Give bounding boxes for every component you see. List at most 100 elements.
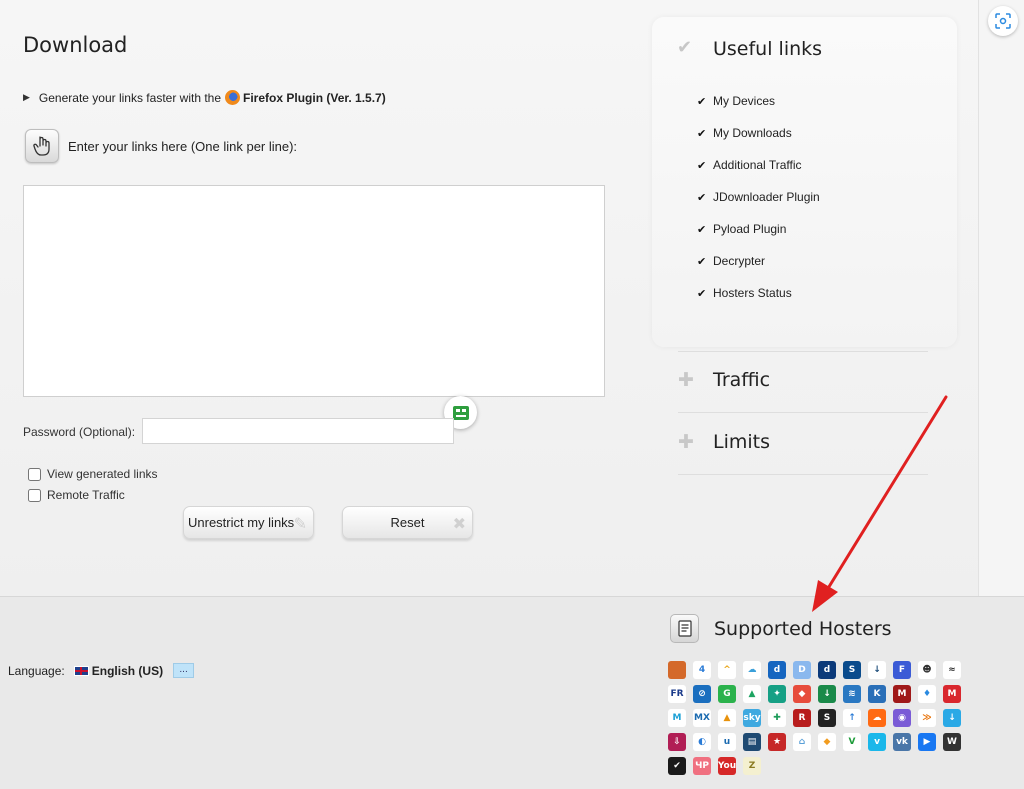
link-jdownloader-plugin[interactable]: ✔ JDownloader Plugin xyxy=(697,190,820,204)
hoster-v-icon[interactable]: V xyxy=(843,733,861,751)
hoster-4shared-icon[interactable]: 4 xyxy=(693,661,711,679)
accordion-traffic[interactable]: ✚ Traffic xyxy=(678,369,770,391)
plus-icon: ✚ xyxy=(678,431,694,453)
link-my-downloads[interactable]: ✔ My Downloads xyxy=(697,126,792,140)
enter-links-header: Enter your links here (One link per line… xyxy=(25,129,297,163)
view-generated-links-checkbox[interactable] xyxy=(28,467,41,481)
hoster-vk-icon[interactable]: vk xyxy=(893,733,911,751)
hoster-1fichier-icon[interactable] xyxy=(668,661,686,679)
link-label: My Downloads xyxy=(713,126,792,140)
language-more-button[interactable]: ... xyxy=(173,663,195,678)
link-label: Hosters Status xyxy=(713,286,792,300)
hoster-gdrive-icon[interactable]: ▲ xyxy=(743,685,761,703)
firefox-plugin-link[interactable]: Firefox Plugin (Ver. 1.5.7) xyxy=(243,91,386,105)
remote-traffic-option[interactable]: Remote Traffic xyxy=(28,488,125,502)
unrestrict-button-label: Unrestrict my links xyxy=(188,515,295,530)
check-icon: ✔ xyxy=(697,255,707,268)
pencil-icon: ✎ xyxy=(293,516,307,533)
hoster-mx-icon[interactable]: MX xyxy=(693,709,711,727)
hoster-download-icon[interactable]: ↓ xyxy=(868,661,886,679)
language-value[interactable]: English (US) xyxy=(92,664,163,678)
reset-button[interactable]: Reset ✖ xyxy=(342,506,473,539)
hoster-spy-icon[interactable]: ☻ xyxy=(918,661,936,679)
hoster-check-icon[interactable]: ✔ xyxy=(668,757,686,775)
link-label: JDownloader Plugin xyxy=(713,190,820,204)
hoster-mixdrop-icon[interactable]: M xyxy=(668,709,686,727)
hoster-gigapeta-icon[interactable]: ⊘ xyxy=(693,685,711,703)
hoster-filefactory-icon[interactable]: F xyxy=(893,661,911,679)
hoster-youtube-icon[interactable]: You xyxy=(718,757,736,775)
view-generated-links-label: View generated links xyxy=(47,467,158,481)
hoster-vimeo-icon[interactable]: v xyxy=(868,733,886,751)
hoster-google-icon[interactable]: G xyxy=(718,685,736,703)
check-icon: ✔ xyxy=(697,159,707,172)
check-icon: ✔ xyxy=(697,287,707,300)
link-hosters-status[interactable]: ✔ Hosters Status xyxy=(697,286,792,300)
remote-traffic-checkbox[interactable] xyxy=(28,488,41,502)
hoster-ddownload-icon[interactable]: d xyxy=(768,661,786,679)
hoster-drop-icon[interactable]: d xyxy=(818,661,836,679)
hoster-fileal-icon[interactable]: ≈ xyxy=(943,661,961,679)
hoster-zip-icon[interactable]: Z xyxy=(743,757,761,775)
hoster-oboom-icon[interactable]: sky xyxy=(743,709,761,727)
hoster-w-icon[interactable]: W xyxy=(943,733,961,751)
check-icon: ✔ xyxy=(697,95,707,108)
hoster-hotlink-icon[interactable]: ↓ xyxy=(818,685,836,703)
hoster-uptobox-icon[interactable]: ↓ xyxy=(943,709,961,727)
hoster-dropapk-icon[interactable]: D xyxy=(793,661,811,679)
link-decrypter[interactable]: ✔ Decrypter xyxy=(697,254,765,268)
remote-traffic-label: Remote Traffic xyxy=(47,488,125,502)
hoster-star-icon[interactable]: ★ xyxy=(768,733,786,751)
accordion-limits[interactable]: ✚ Limits xyxy=(678,431,770,453)
hoster-alfafile-icon[interactable]: ^ xyxy=(718,661,736,679)
links-textarea[interactable] xyxy=(23,185,605,397)
hoster-uploaded-icon[interactable]: ⇩ xyxy=(668,733,686,751)
hoster-hitfile-icon[interactable]: ◆ xyxy=(793,685,811,703)
hoster-fire-icon[interactable]: ♦ xyxy=(918,685,936,703)
unrestrict-button[interactable]: Unrestrict my links ✎ xyxy=(183,506,314,539)
hoster-usersdrive-icon[interactable]: u xyxy=(718,733,736,751)
hoster-yp-icon[interactable]: ЧР xyxy=(693,757,711,775)
link-label: Decrypter xyxy=(713,254,766,268)
plus-icon: ✚ xyxy=(678,369,694,391)
hoster-layers-icon[interactable]: ≫ xyxy=(918,709,936,727)
hoster-soundcloud-icon[interactable]: ☁ xyxy=(868,709,886,727)
enter-links-label: Enter your links here (One link per line… xyxy=(68,138,298,154)
hoster-isra-icon[interactable]: ≋ xyxy=(843,685,861,703)
hoster-diamond-icon[interactable]: ◆ xyxy=(818,733,836,751)
hoster-scribd-icon[interactable]: S xyxy=(818,709,836,727)
password-input[interactable] xyxy=(142,418,454,444)
hoster-dl-icon[interactable]: S xyxy=(843,661,861,679)
link-label: My Devices xyxy=(713,94,776,108)
right-strip xyxy=(978,0,1024,596)
link-additional-traffic[interactable]: ✔ Additional Traffic xyxy=(697,158,802,172)
hoster-mediafire-icon[interactable]: M xyxy=(893,685,911,703)
hoster-play-icon[interactable]: ▶ xyxy=(918,733,936,751)
screenshot-scan-button[interactable] xyxy=(988,6,1018,36)
hoster-fr-icon[interactable]: FR xyxy=(668,685,686,703)
link-pyload-plugin[interactable]: ✔ Pyload Plugin xyxy=(697,222,786,236)
check-icon: ✔ xyxy=(697,127,707,140)
divider xyxy=(678,474,928,475)
checkmark-icon: ✔ xyxy=(677,37,693,57)
link-my-devices[interactable]: ✔ My Devices xyxy=(697,94,775,108)
view-generated-links-option[interactable]: View generated links xyxy=(28,467,158,481)
hoster-cloud-icon[interactable]: ☁ xyxy=(743,661,761,679)
hoster-mega-icon[interactable]: M xyxy=(943,685,961,703)
hoster-vidoza-icon[interactable]: ▤ xyxy=(743,733,761,751)
hoster-home-icon[interactable]: ⌂ xyxy=(793,733,811,751)
password-label: Password (Optional): xyxy=(23,425,136,439)
hoster-uploadrar-icon[interactable]: ◐ xyxy=(693,733,711,751)
hoster-up-icon[interactable]: ↑ xyxy=(843,709,861,727)
close-icon: ✖ xyxy=(452,516,466,533)
accordion-traffic-label: Traffic xyxy=(713,369,771,391)
hoster-rapidgator-icon[interactable]: R xyxy=(793,709,811,727)
hoster-prefiles-icon[interactable]: ✚ xyxy=(768,709,786,727)
hoster-katfile-icon[interactable]: K xyxy=(868,685,886,703)
reset-button-label: Reset xyxy=(390,515,425,530)
hoster-turbo-icon[interactable]: ◉ xyxy=(893,709,911,727)
hoster-hexload-icon[interactable]: ✦ xyxy=(768,685,786,703)
plugin-text: Generate your links faster with the xyxy=(38,90,222,105)
hoster-nitro-icon[interactable]: ▲ xyxy=(718,709,736,727)
uk-flag-icon xyxy=(73,665,89,676)
